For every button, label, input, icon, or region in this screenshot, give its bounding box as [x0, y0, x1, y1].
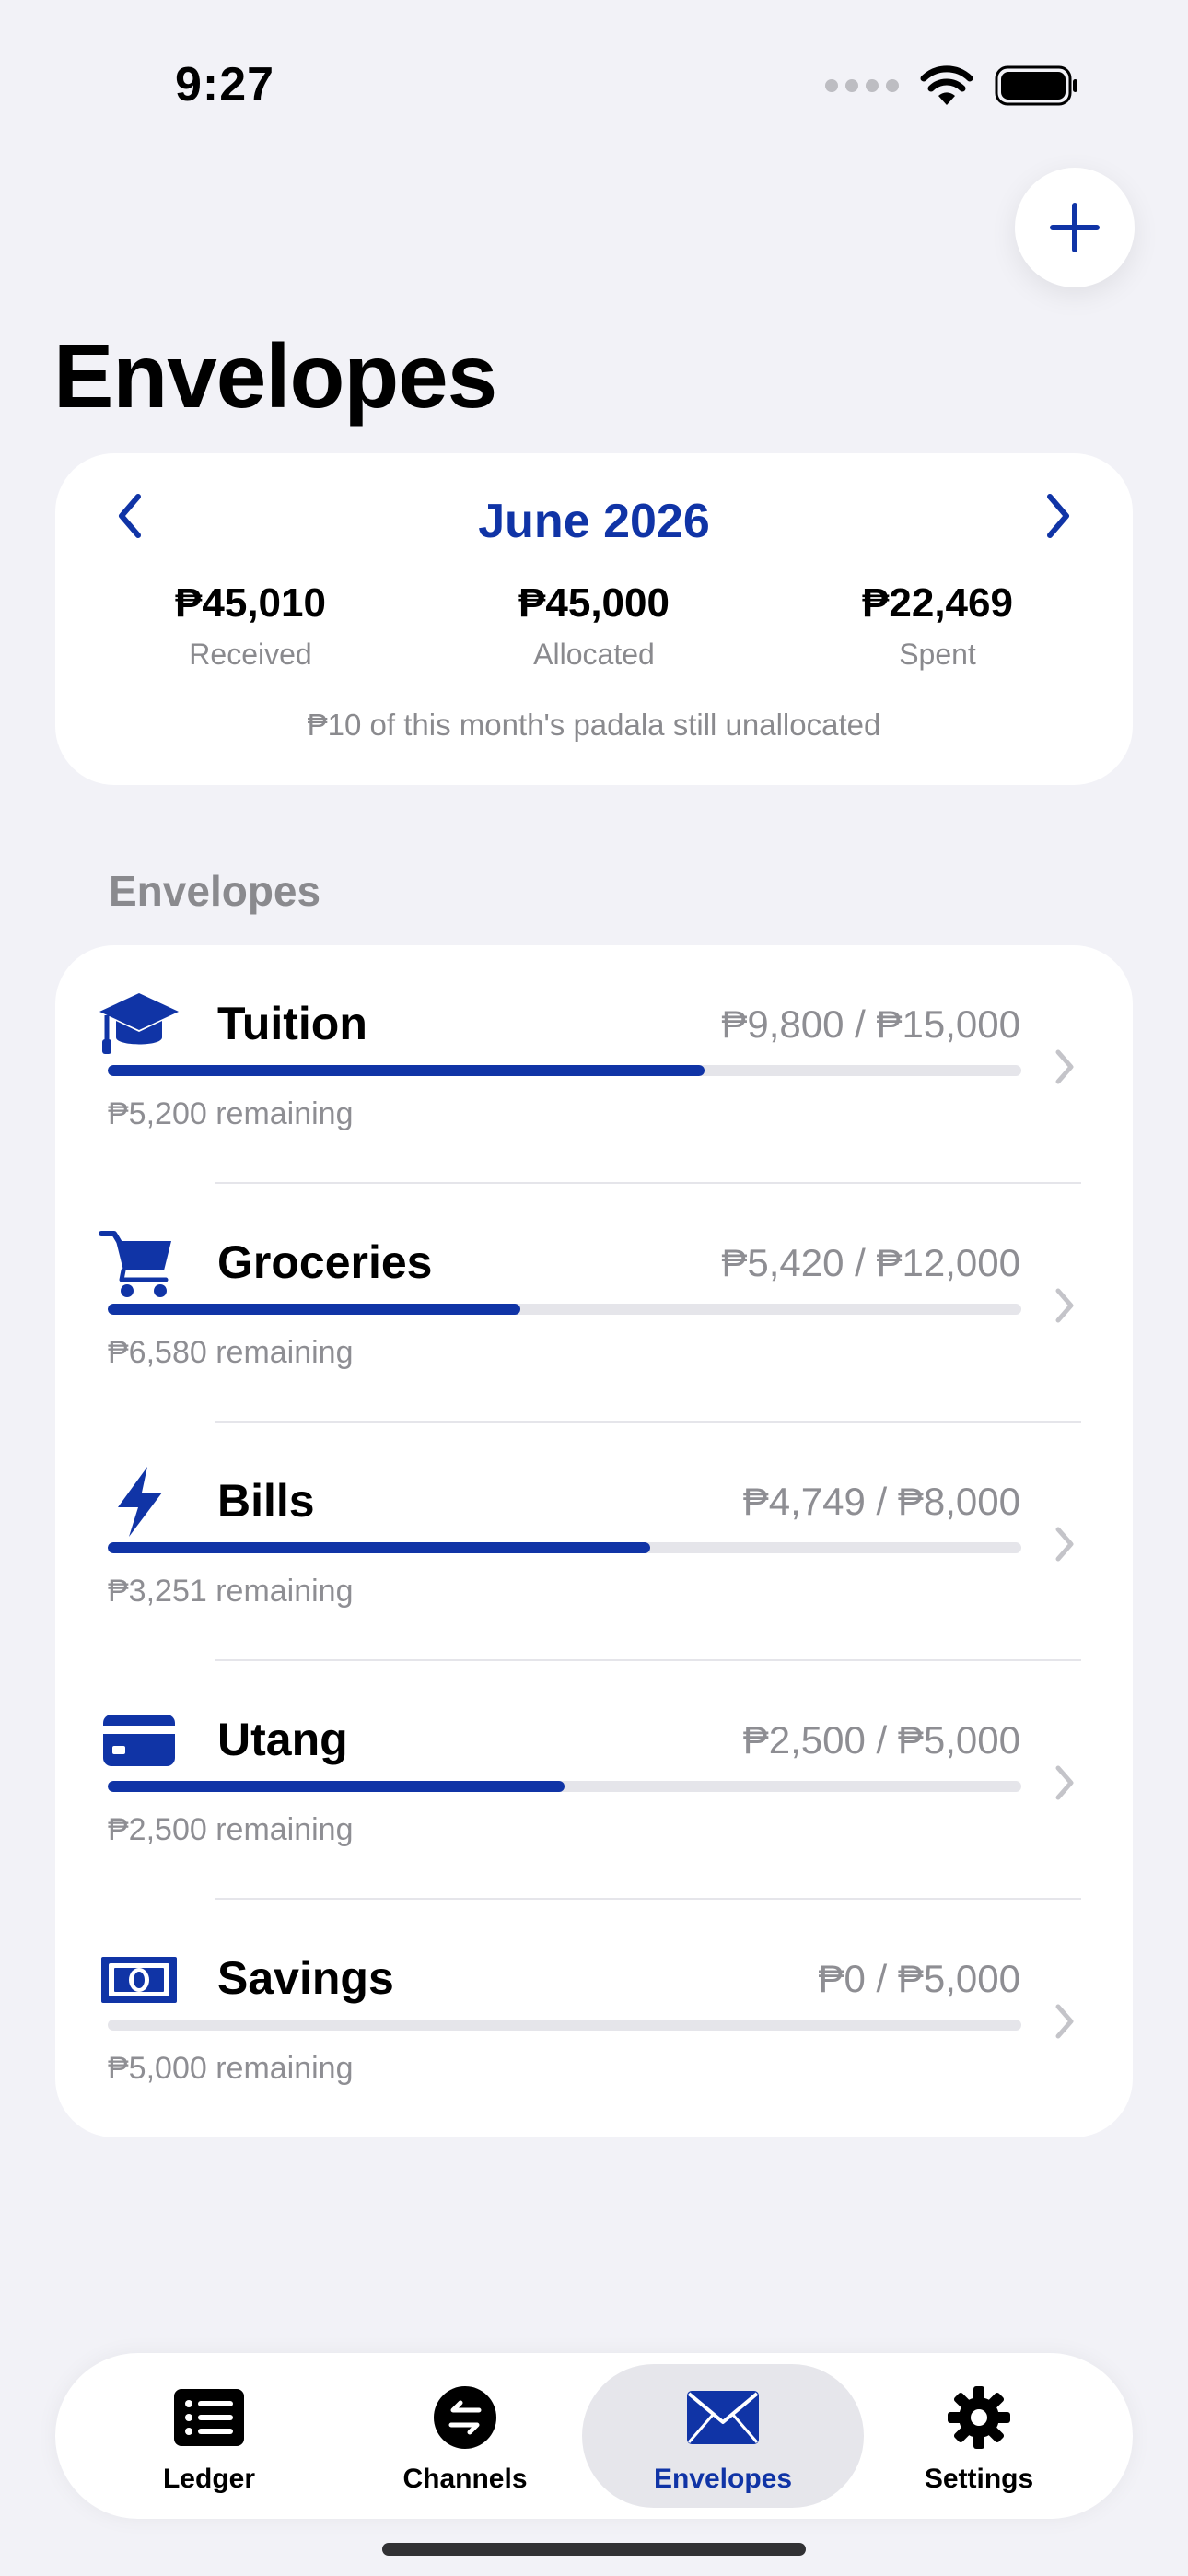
envelope-name: Tuition: [217, 998, 367, 1049]
envelope-row-savings[interactable]: Savings ₱0 / ₱5,000 ₱5,000 remaining: [55, 1900, 1133, 2138]
chevron-right-icon: [1047, 494, 1069, 538]
envelopes-screen: 9:27 Envelopes June 2026 ₱45,010 Receive…: [0, 0, 1188, 2576]
envelope-progress-track: [108, 1304, 1021, 1315]
chevron-right-icon: [1046, 1039, 1083, 1095]
next-month-button[interactable]: [1020, 488, 1094, 544]
tab-label: Settings: [924, 2464, 1034, 2494]
home-indicator: [382, 2543, 806, 2556]
section-header: Envelopes: [109, 867, 321, 915]
gear-icon: [838, 2384, 1120, 2451]
tab-channels[interactable]: Channels: [324, 2364, 606, 2508]
envelope-progress-fill: [108, 1781, 565, 1792]
credit-card-icon: [98, 1704, 181, 1777]
tab-label: Channels: [402, 2464, 528, 2494]
graduation-cap-icon: [98, 988, 181, 1061]
envelope-progress-track: [108, 1781, 1021, 1792]
tab-settings[interactable]: Settings: [838, 2364, 1120, 2508]
battery-icon: [995, 65, 1077, 106]
envelope-amount: ₱5,420 / ₱12,000: [721, 1241, 1020, 1284]
stat-value: ₱22,469: [862, 580, 1013, 626]
stat-allocated: ₱45,000 Allocated: [442, 580, 746, 672]
status-time: 9:27: [175, 58, 275, 111]
envelope-row-bills[interactable]: Bills ₱4,749 / ₱8,000 ₱3,251 remaining: [55, 1423, 1133, 1661]
add-button[interactable]: [1015, 168, 1135, 287]
stat-label: Spent: [899, 638, 976, 671]
envelope-remaining: ₱5,200 remaining: [108, 1096, 354, 1131]
stat-value: ₱45,000: [518, 580, 670, 626]
envelope-row-utang[interactable]: Utang ₱2,500 / ₱5,000 ₱2,500 remaining: [55, 1661, 1133, 1900]
envelope-name: Bills: [217, 1475, 315, 1527]
stat-received: ₱45,010 Received: [99, 580, 402, 672]
banknote-icon: [98, 1942, 181, 2016]
tab-label: Ledger: [162, 2464, 256, 2494]
plus-icon: [1050, 203, 1100, 252]
envelope-remaining: ₱3,251 remaining: [108, 1574, 354, 1609]
envelope-name: Savings: [217, 1952, 394, 2004]
envelope-remaining: ₱2,500 remaining: [108, 1812, 354, 1847]
envelope-progress-fill: [108, 1304, 521, 1315]
envelope-name: Groceries: [217, 1236, 433, 1288]
page-title: Envelopes: [53, 325, 497, 427]
envelope-progress-track: [108, 2020, 1021, 2031]
chevron-right-icon: [1046, 1994, 1083, 2049]
status-icons: [825, 64, 1079, 107]
cellular-signal-icon: [825, 79, 899, 92]
envelope-icon: [582, 2384, 864, 2451]
chevron-right-icon: [1046, 1516, 1083, 1572]
stat-value: ₱45,010: [175, 580, 326, 626]
envelope-amount: ₱0 / ₱5,000: [818, 1957, 1021, 2000]
tab-ledger[interactable]: Ledger: [68, 2364, 350, 2508]
stat-label: Allocated: [533, 638, 655, 671]
envelope-remaining: ₱5,000 remaining: [108, 2051, 354, 2086]
envelope-progress-track: [108, 1065, 1021, 1076]
chevron-right-icon: [1046, 1278, 1083, 1333]
unallocated-note: ₱10 of this month's padala still unalloc…: [307, 708, 881, 742]
stat-spent: ₱22,469 Spent: [786, 580, 1089, 672]
envelope-progress-fill: [108, 1065, 705, 1076]
envelope-progress-fill: [108, 1542, 650, 1553]
envelope-row-groceries[interactable]: Groceries ₱5,420 / ₱12,000 ₱6,580 remain…: [55, 1184, 1133, 1423]
envelope-row-tuition[interactable]: Tuition ₱9,800 / ₱15,000 ₱5,200 remainin…: [55, 945, 1133, 1184]
list-icon: [68, 2384, 350, 2451]
envelope-amount: ₱2,500 / ₱5,000: [742, 1718, 1020, 1762]
transfer-icon: [324, 2384, 606, 2451]
envelope-progress-track: [108, 1542, 1021, 1553]
envelope-name: Utang: [217, 1714, 348, 1765]
envelope-list: Tuition ₱9,800 / ₱15,000 ₱5,200 remainin…: [55, 945, 1133, 2137]
envelope-amount: ₱4,749 / ₱8,000: [742, 1480, 1020, 1523]
month-summary-card: June 2026 ₱45,010 Received ₱45,000 Alloc…: [55, 453, 1133, 785]
month-label: June 2026: [478, 495, 710, 548]
envelope-amount: ₱9,800 / ₱15,000: [721, 1002, 1020, 1046]
envelope-remaining: ₱6,580 remaining: [108, 1335, 354, 1370]
tab-label: Envelopes: [653, 2464, 793, 2494]
tab-bar: Ledger Channels Envelopes Settings: [55, 2353, 1133, 2519]
cart-icon: [98, 1226, 181, 1300]
tab-envelopes[interactable]: Envelopes: [582, 2364, 864, 2508]
chevron-right-icon: [1046, 1755, 1083, 1810]
bolt-icon: [98, 1465, 181, 1539]
stat-label: Received: [189, 638, 312, 671]
wifi-icon: [920, 65, 973, 105]
